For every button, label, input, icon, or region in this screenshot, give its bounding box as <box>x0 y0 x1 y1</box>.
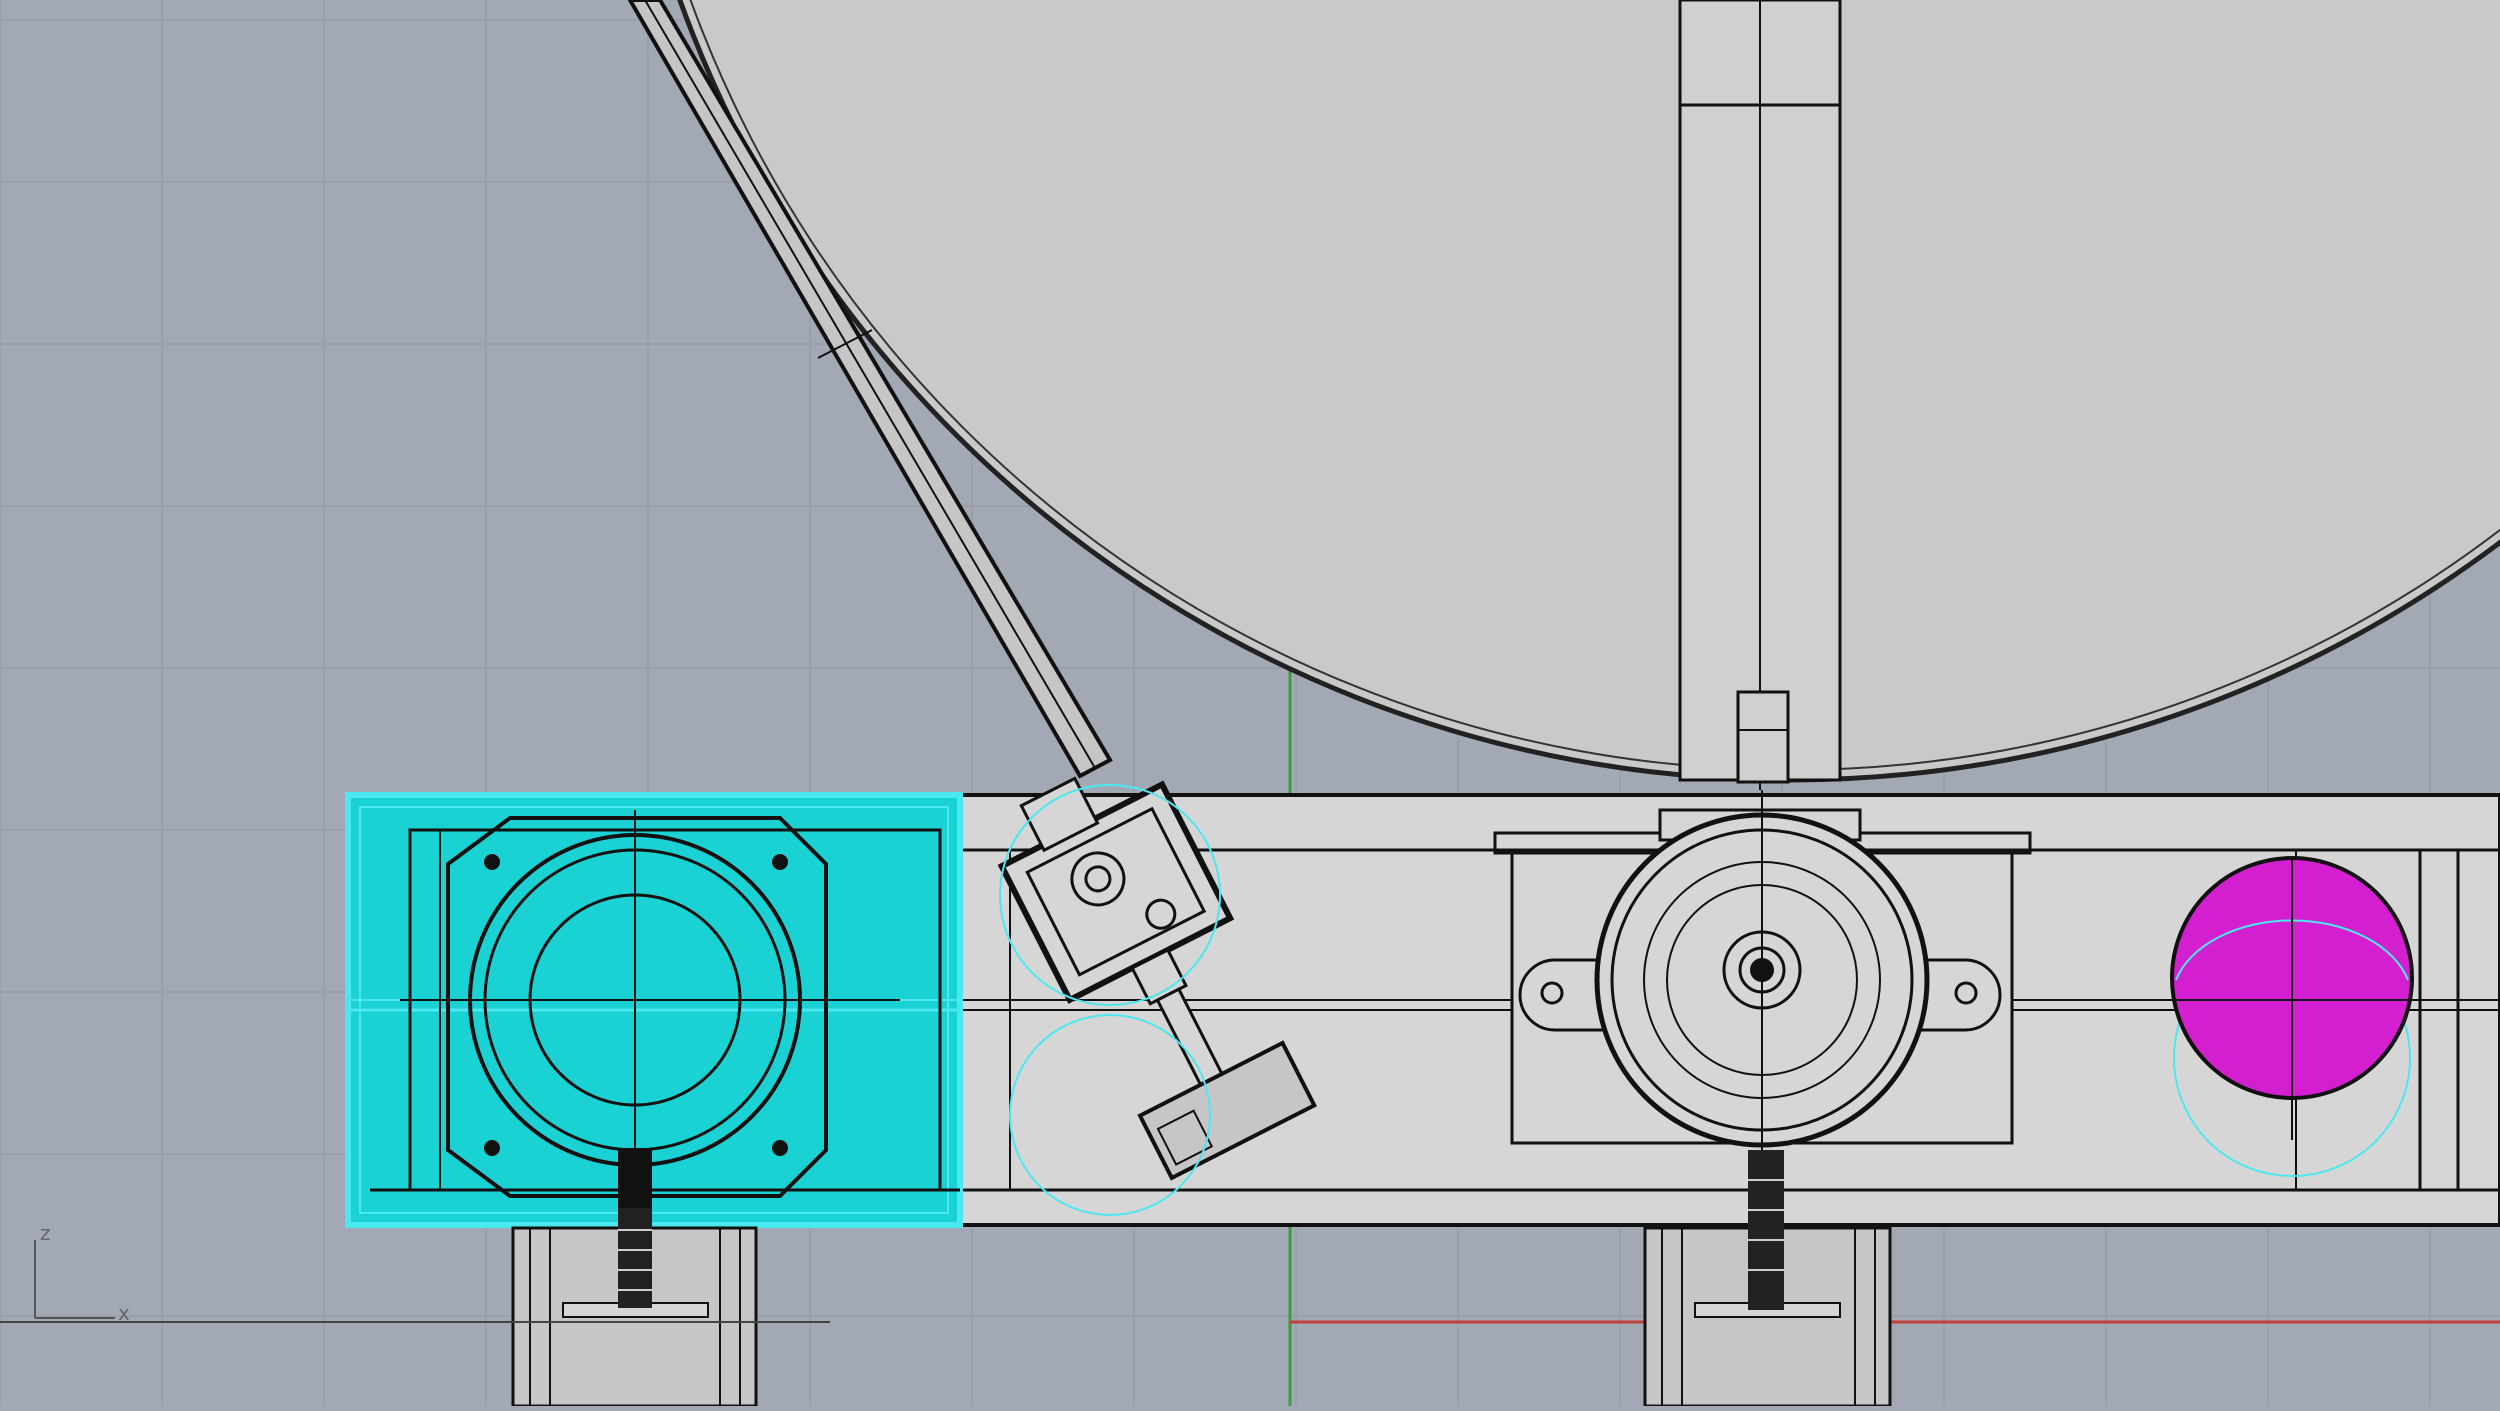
axis-z-label: z <box>40 1221 51 1245</box>
rhino-viewport[interactable]: z x <box>0 0 2500 1408</box>
axis-x-label: x <box>118 1301 130 1325</box>
left-foot[interactable] <box>511 1208 758 1408</box>
selected-motor-block[interactable] <box>345 792 963 1228</box>
